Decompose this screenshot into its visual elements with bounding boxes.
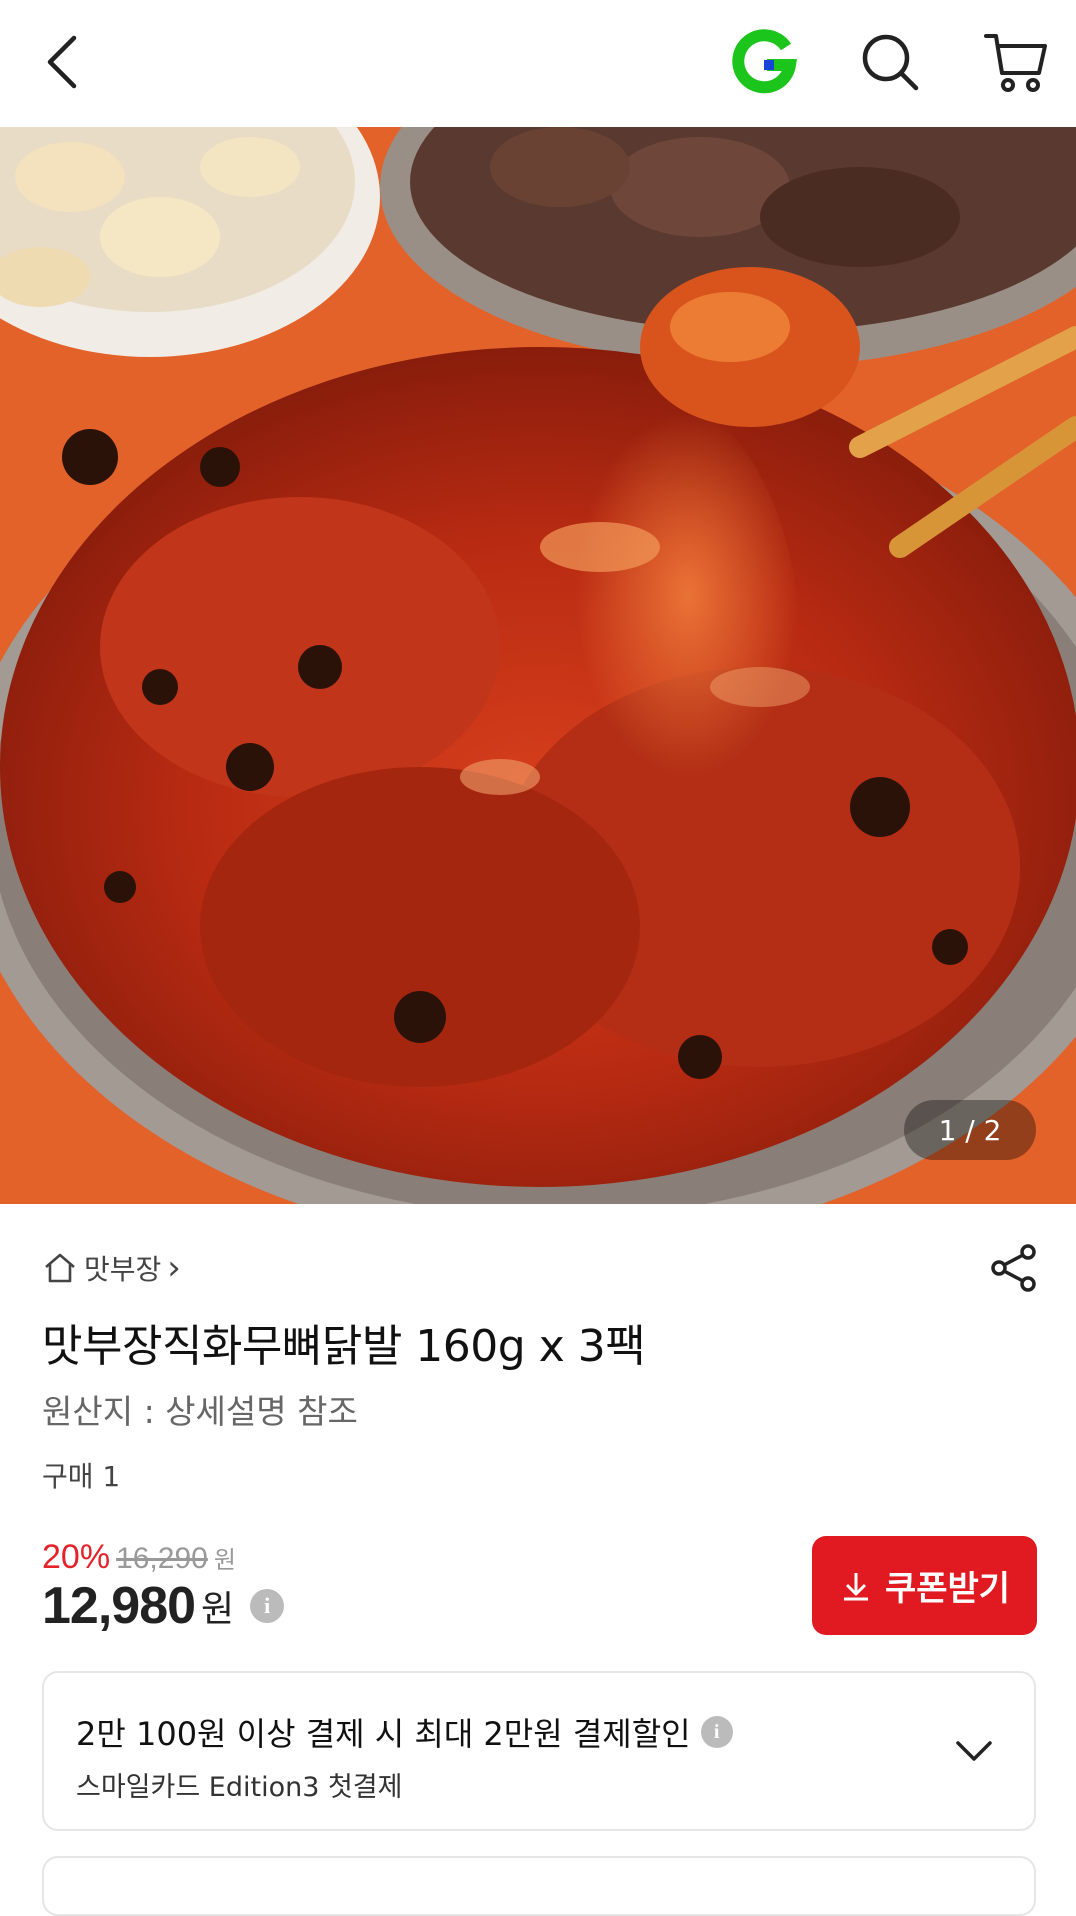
original-price: 16,290 [116, 1542, 208, 1575]
share-icon [991, 1244, 1036, 1292]
product-image-carousel[interactable] [0, 127, 1076, 1204]
back-button[interactable] [22, 22, 102, 102]
top-app-bar [0, 0, 1076, 127]
search-button[interactable] [850, 22, 930, 102]
price-info-icon[interactable]: i [250, 1589, 285, 1623]
cart-button[interactable] [976, 22, 1056, 102]
card-discount-promo[interactable]: 2만 100원 이상 결제 시 최대 2만원 결제할인 i 스마일카드 Edit… [42, 1671, 1036, 1831]
next-info-card [42, 1856, 1036, 1916]
origin-info: 원산지 : 상세설명 참조 [42, 1392, 358, 1431]
sale-price: 12,980 [42, 1577, 196, 1635]
product-title: 맛부장직화무뼈닭발 160g x 3팩 [42, 1321, 646, 1372]
store-link[interactable]: 맛부장 › [42, 1245, 181, 1291]
promo-headline-row: 2만 100원 이상 결제 시 최대 2만원 결제할인 i [76, 1709, 733, 1755]
promo-subline: 스마일카드 Edition3 첫결제 [76, 1772, 403, 1803]
promo-info-icon[interactable]: i [700, 1716, 733, 1748]
original-price-unit: 원 [213, 1546, 236, 1574]
coupon-label: 쿠폰받기 [884, 1569, 1011, 1609]
price-row: 12,980 원 i [42, 1576, 285, 1636]
image-pager-indicator: 1 / 2 [904, 1100, 1036, 1160]
discount-rate: 20% [42, 1538, 111, 1576]
chevron-left-icon [47, 35, 77, 89]
product-photo [0, 127, 1076, 1204]
store-name: 맛부장 [84, 1253, 162, 1286]
cart-icon [984, 34, 1047, 92]
purchase-count: 구매 1 [42, 1460, 121, 1493]
download-icon [843, 1572, 868, 1600]
gmarket-home-button[interactable] [724, 22, 804, 102]
home-icon [45, 1253, 75, 1283]
chevron-down-icon[interactable] [954, 1731, 994, 1771]
gmarket-g-logo [732, 29, 797, 94]
get-coupon-button[interactable]: 쿠폰받기 [812, 1536, 1037, 1635]
promo-headline: 2만 100원 이상 결제 시 최대 2만원 결제할인 [76, 1715, 691, 1753]
search-icon [862, 34, 919, 91]
discount-row: 20% 16,290 원 [42, 1538, 236, 1577]
chevron-right-icon: › [167, 1248, 181, 1288]
sale-price-unit: 원 [201, 1589, 235, 1630]
share-button[interactable] [988, 1242, 1040, 1294]
